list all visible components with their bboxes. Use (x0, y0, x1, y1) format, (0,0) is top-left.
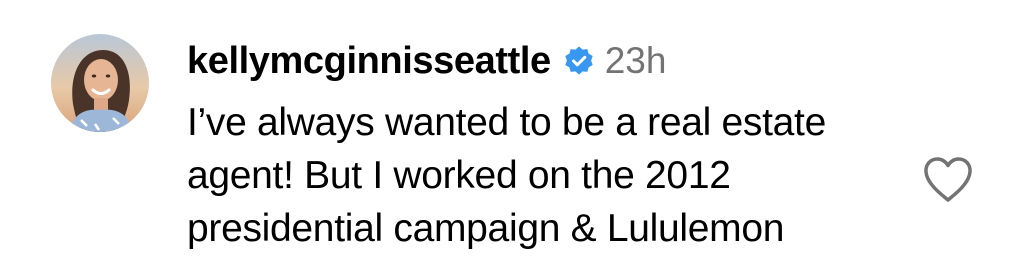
comment-text-line: presidential campaign & Lululemon (187, 207, 785, 250)
comment-text-line: agent! But I worked on the 2012 (187, 154, 731, 197)
profile-photo (51, 34, 149, 132)
comment-header: kellymcginnisseattle 23h (187, 36, 666, 86)
avatar[interactable] (51, 34, 149, 132)
verified-badge-icon (563, 45, 595, 77)
comment-text-line: I’ve always wanted to be a real estate (187, 101, 826, 144)
comment-item: kellymcginnisseattle 23h I’ve always wan… (0, 0, 1024, 273)
heart-outline-icon (924, 157, 972, 202)
comment-text: I’ve always wanted to be a real estate a… (187, 96, 907, 255)
username-link[interactable]: kellymcginnisseattle (187, 40, 551, 83)
like-button[interactable] (921, 155, 975, 205)
timestamp: 23h (604, 40, 667, 81)
